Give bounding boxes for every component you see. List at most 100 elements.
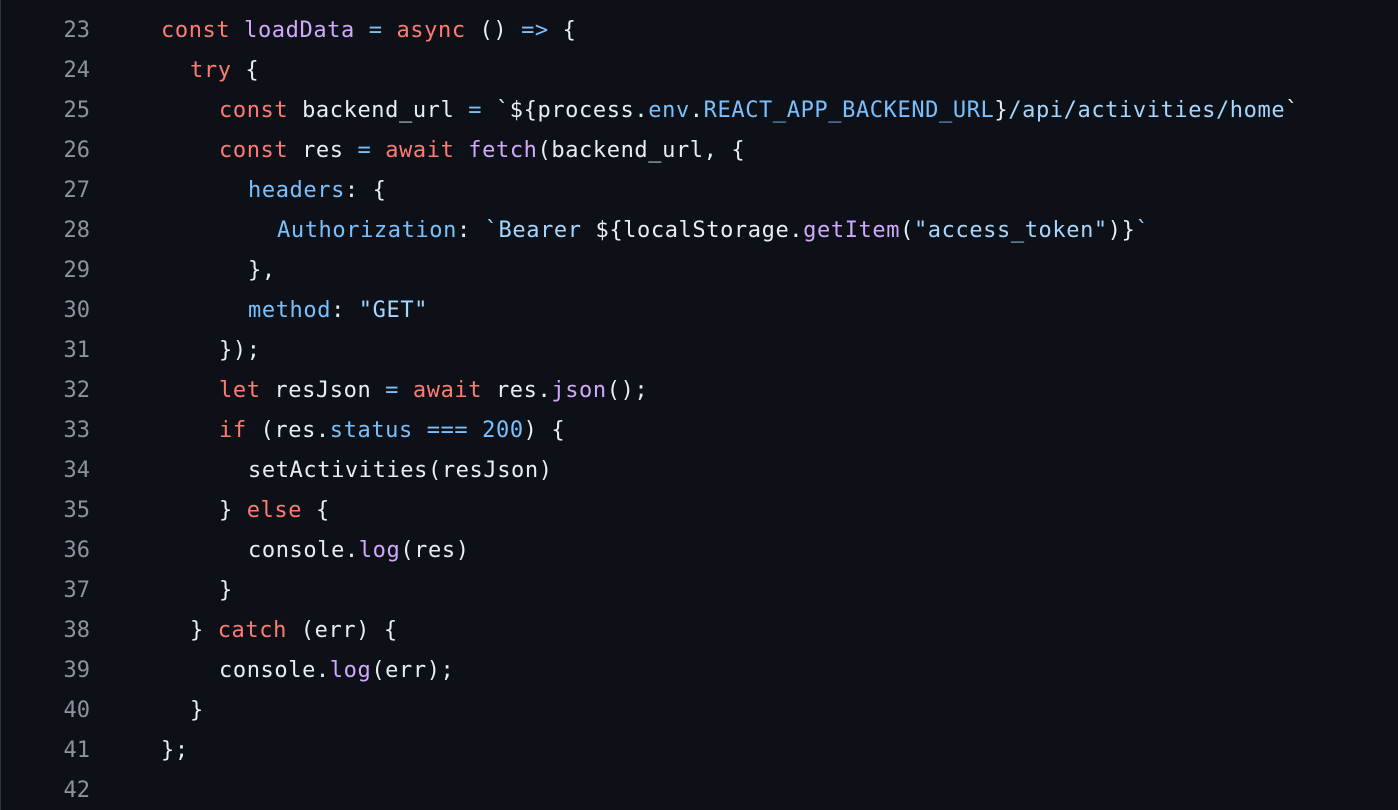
code-token: log: [329, 658, 372, 683]
line-number[interactable]: 25: [1, 91, 91, 131]
line-source: setActivities(resJson): [248, 451, 553, 491]
code-token: log: [358, 538, 401, 563]
code-line: 39 console.log(err);: [1, 651, 1398, 691]
code-line: 27 headers: {: [1, 171, 1398, 211]
code-token: backend_url: [288, 98, 469, 123]
code-token: }: [219, 578, 233, 603]
code-token: ) {: [523, 418, 566, 443]
code-token: else: [246, 498, 303, 523]
code-token: });: [219, 338, 261, 363]
code-line: 38} catch (err) {: [1, 611, 1398, 651]
code-token: :: [331, 298, 359, 323]
code-line: 32 let resJson = await res.json();: [1, 371, 1398, 411]
line-number[interactable]: 42: [1, 771, 91, 810]
code-token: 200: [482, 418, 524, 443]
code-token: try: [190, 58, 232, 83]
code-token: `${process.: [482, 98, 649, 123]
line-number[interactable]: 27: [1, 171, 91, 211]
code-line: 26 const res = await fetch(backend_url, {: [1, 131, 1398, 171]
line-source: const backend_url = `${process.env.REACT…: [219, 91, 1299, 131]
code-token: const: [161, 18, 231, 43]
code-token: resJson: [260, 378, 386, 403]
code-viewer: 23 const loadData = async () => {24 try {2…: [0, 0, 1398, 810]
code-token: console.: [248, 538, 359, 563]
code-token: loadData: [244, 18, 355, 43]
code-token: "access_token": [913, 218, 1108, 243]
line-number[interactable]: 29: [1, 251, 91, 291]
code-line: 41};: [1, 731, 1398, 771]
line-source: const loadData = async () => {: [161, 11, 576, 51]
code-token: `: [1135, 218, 1150, 243]
line-number[interactable]: 36: [1, 531, 91, 571]
code-token: (err) {: [286, 618, 398, 643]
line-source: console.log(res): [248, 531, 470, 571]
line-number[interactable]: 41: [1, 731, 91, 771]
code-token: `: [1285, 98, 1300, 123]
code-token: :: [457, 218, 485, 243]
code-token: ();: [606, 378, 649, 403]
line-number[interactable]: 40: [1, 691, 91, 731]
code-token: (res): [400, 538, 470, 563]
code-token: }: [190, 698, 204, 723]
line-number[interactable]: 37: [1, 571, 91, 611]
code-token: =: [385, 378, 400, 403]
code-token: async: [396, 18, 466, 43]
code-token: /api/activities/home: [1008, 98, 1286, 123]
code-token: =: [468, 98, 483, 123]
line-source: },: [248, 251, 276, 291]
line-source: Authorization: `Bearer ${localStorage.ge…: [277, 211, 1149, 251]
line-source: }: [219, 571, 233, 611]
code-token: await: [385, 138, 455, 163]
code-token: =>: [521, 18, 549, 43]
code-token: const: [219, 98, 289, 123]
line-number[interactable]: 34: [1, 451, 91, 491]
code-line: 31});: [1, 331, 1398, 371]
code-token: res: [288, 138, 358, 163]
code-line: 36 console.log(res): [1, 531, 1398, 571]
code-line: 40}: [1, 691, 1398, 731]
code-token: REACT_APP_BACKEND_URL: [703, 98, 995, 123]
line-number[interactable]: 24: [1, 51, 91, 91]
line-source: headers: {: [248, 171, 386, 211]
code-line: 23 const loadData = async () => {: [1, 11, 1398, 51]
line-number[interactable]: 23: [1, 11, 91, 51]
code-token: json: [551, 378, 607, 403]
code-token: }: [219, 498, 247, 523]
code-token: (res.: [246, 418, 330, 443]
code-token: `Bearer: [484, 218, 596, 243]
code-token: : {: [344, 178, 387, 203]
code-token: let: [219, 378, 261, 403]
line-number[interactable]: 31: [1, 331, 91, 371]
code-token: Authorization: [277, 218, 457, 243]
line-number[interactable]: 32: [1, 371, 91, 411]
code-line: 28 Authorization: `Bearer ${localStorage.…: [1, 211, 1398, 251]
code-line: 29},: [1, 251, 1398, 291]
code-token: console.: [219, 658, 330, 683]
line-number[interactable]: 28: [1, 211, 91, 251]
code-token: method: [248, 298, 332, 323]
code-token: setActivities(resJson): [248, 458, 553, 483]
line-number[interactable]: 39: [1, 651, 91, 691]
code-token: };: [161, 738, 189, 763]
line-number[interactable]: 33: [1, 411, 91, 451]
line-source: method: "GET": [248, 291, 428, 331]
code-token: =: [357, 138, 372, 163]
code-line: 24 try {: [1, 51, 1398, 91]
line-source: });: [219, 331, 261, 371]
code-token: fetch: [468, 138, 538, 163]
line-source: let resJson = await res.json();: [219, 371, 648, 411]
code-line: 33 if (res.status === 200) {: [1, 411, 1398, 451]
code-line: 25 const backend_url = `${process.env.REA…: [1, 91, 1398, 131]
line-number[interactable]: 26: [1, 131, 91, 171]
line-number[interactable]: 38: [1, 611, 91, 651]
code-token: },: [248, 258, 276, 283]
code-token: await: [412, 378, 483, 403]
code-token: (: [900, 218, 914, 243]
line-number[interactable]: 35: [1, 491, 91, 531]
line-number[interactable]: 30: [1, 291, 91, 331]
code-token: .: [689, 98, 704, 123]
